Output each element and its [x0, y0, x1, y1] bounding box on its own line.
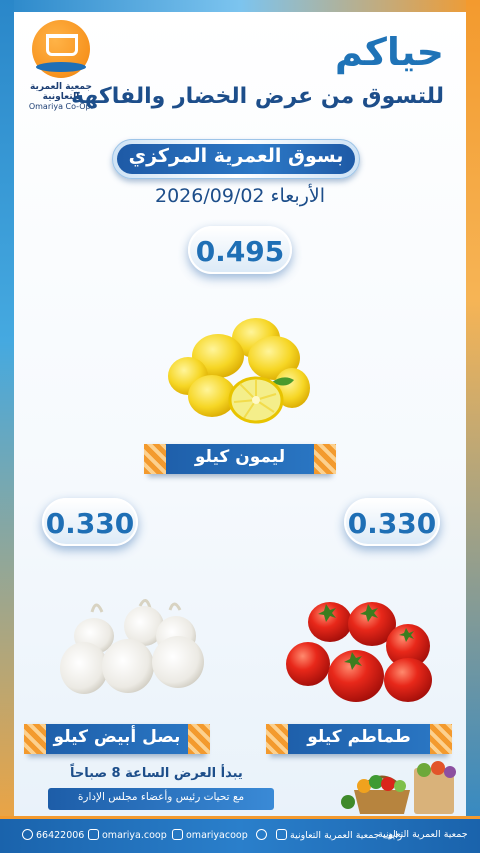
market-name: بسوق العمرية المركزي	[128, 145, 344, 167]
subtitle: للتسوق من عرض الخضار والفاكهة	[71, 84, 444, 109]
onion-name: بصل أبيض كيلو	[53, 727, 181, 747]
onion-label: بصل أبيض كيلو	[24, 724, 210, 754]
instagram-contact[interactable]: omariya.coop	[88, 829, 167, 841]
tomato-price-badge: 0.330	[338, 498, 446, 546]
instagram-icon	[88, 829, 99, 840]
x-icon	[172, 829, 183, 840]
onion-price: 0.330	[45, 507, 135, 540]
tomato-icon	[286, 602, 432, 702]
market-banner: بسوق العمرية المركزي	[112, 139, 360, 179]
lemon-name: ليمون كيلو	[194, 447, 286, 467]
regards-text: مع تحيات رئيس وأعضاء مجلس الإدارة	[77, 791, 245, 803]
onion-price-badge: 0.330	[36, 498, 144, 546]
contact-footer: 66422006 omariya.coop omariyacoop زايف ج…	[0, 816, 480, 853]
offer-start-time: يبدأ العرض الساعة 8 صباحاً	[70, 766, 243, 781]
whatsapp-contact[interactable]: 66422006	[22, 829, 84, 841]
tomato-name: طماطم كيلو	[307, 727, 411, 747]
greeting: حياكم	[334, 30, 444, 74]
x-contact[interactable]: omariyacoop	[172, 829, 248, 841]
youtube-icon	[276, 829, 287, 840]
frame-left	[0, 0, 14, 853]
snapchat-icon	[256, 829, 267, 840]
vegetable-basket-icon	[341, 761, 456, 814]
lemon-label: ليمون كيلو	[144, 444, 336, 474]
tomato-price: 0.330	[347, 507, 437, 540]
cart-logo-icon	[32, 20, 90, 78]
onion-icon	[60, 599, 204, 694]
regards-banner: مع تحيات رئيس وأعضاء مجلس الإدارة	[48, 788, 274, 810]
lemon-price: 0.495	[195, 235, 285, 268]
lemon-icon	[168, 318, 310, 424]
snapchat-contact[interactable]: جمعية العمرية التعاونية	[378, 829, 468, 840]
frame-top	[0, 0, 480, 12]
snapchat-icon-item[interactable]	[256, 829, 270, 841]
whatsapp-icon	[22, 829, 33, 840]
frame-right	[466, 0, 480, 853]
offer-date: الأربعاء 2026/09/02	[154, 185, 326, 207]
offer-poster: جمعية العمرية التعاونية Omariya Co-Op. ح…	[0, 0, 480, 853]
tomato-label: طماطم كيلو	[266, 724, 452, 754]
lemon-price-badge: 0.495	[182, 226, 298, 274]
